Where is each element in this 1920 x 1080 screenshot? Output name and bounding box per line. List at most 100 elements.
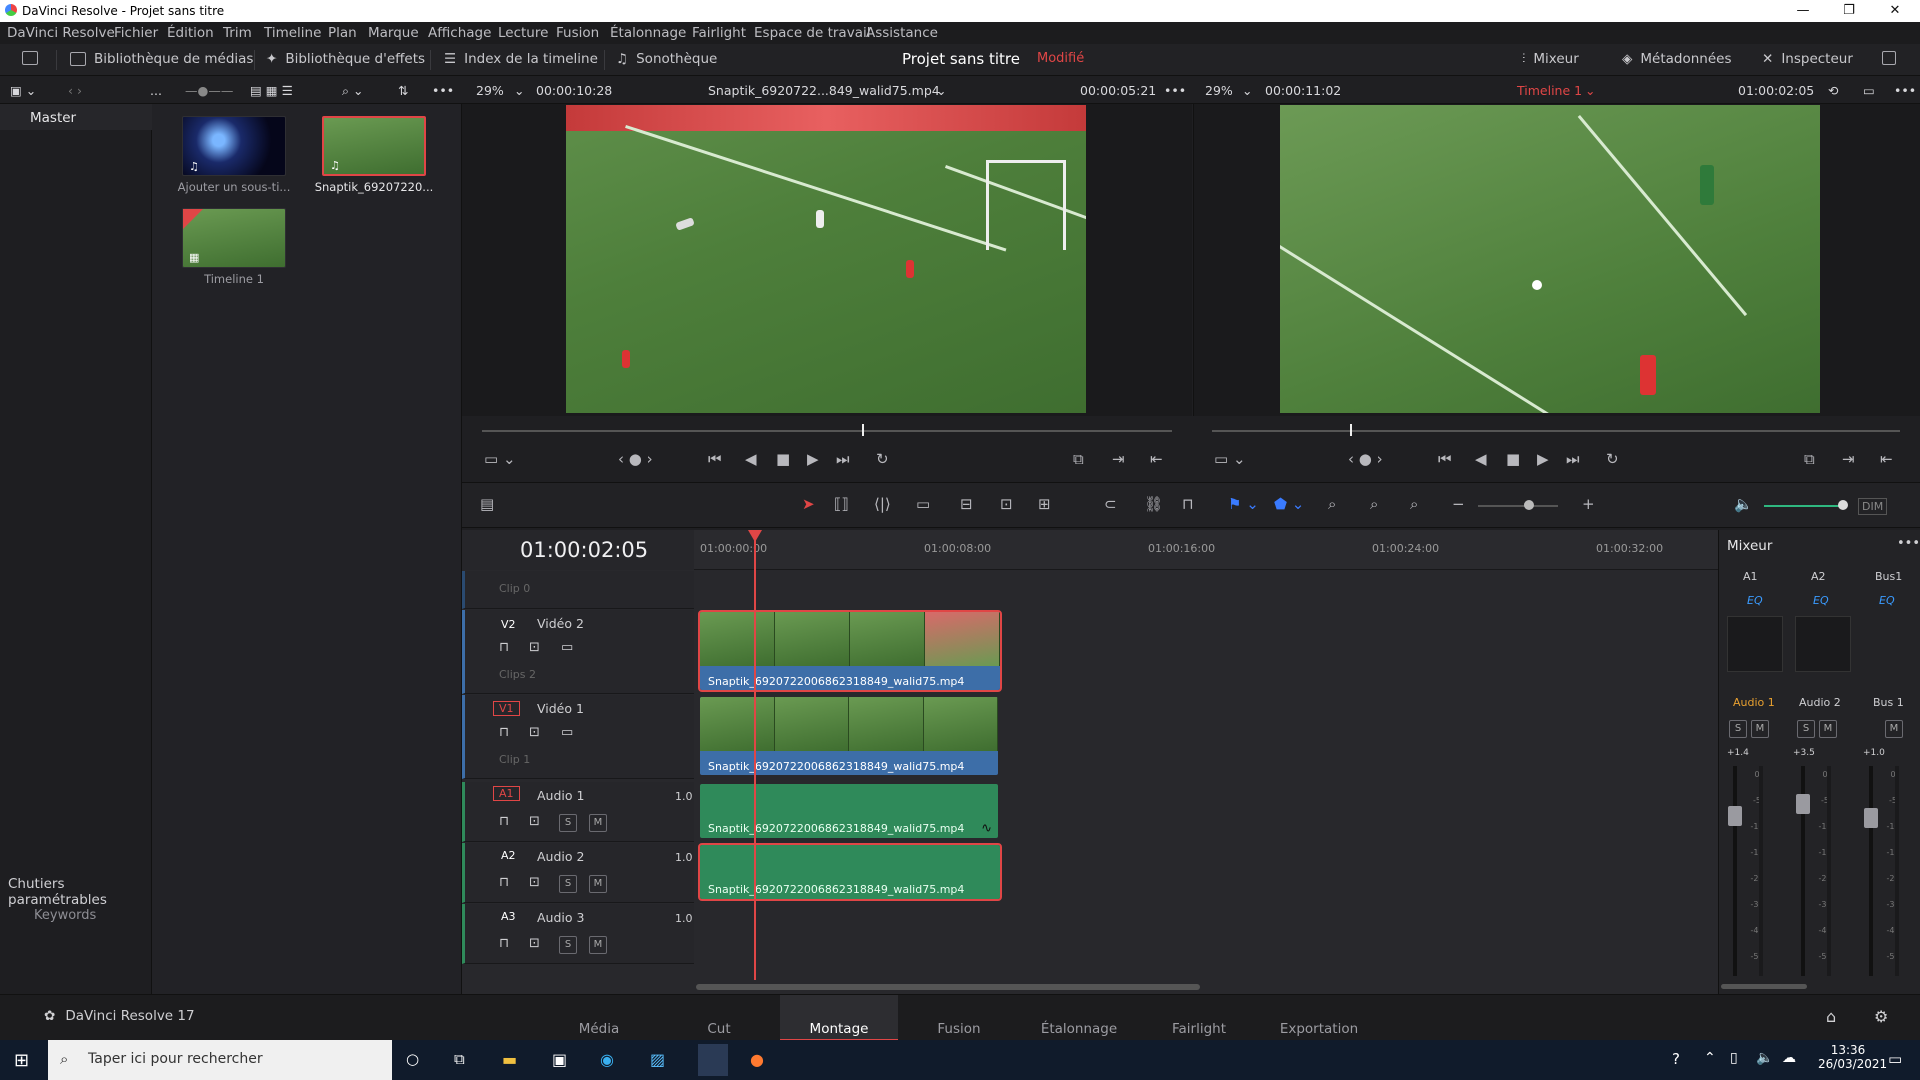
search-icon[interactable]: ⌕ ⌄ (342, 83, 363, 99)
view-modes-icon[interactable]: ▤ ▦ ☰ (250, 83, 293, 98)
menu-workspace[interactable]: Espace de travail (754, 25, 870, 41)
timeline-chevron-icon[interactable]: ⌄ (1585, 83, 1595, 98)
mark-in-icon[interactable]: ⇥ (1112, 450, 1125, 468)
track-name[interactable]: Audio 1 (537, 788, 584, 803)
play-reverse-icon[interactable]: ◀ (745, 450, 757, 468)
mixer-options-icon[interactable]: ••• (1897, 536, 1920, 551)
photos-icon[interactable]: ▨ (650, 1050, 665, 1069)
program-zoom-chevron-icon[interactable]: ⌄ (1242, 83, 1252, 98)
mixer-solo-button[interactable]: S (1729, 720, 1747, 738)
metadata-button[interactable]: ◈ Métadonnées (1622, 51, 1732, 67)
mixer-button[interactable]: ⫶ Mixeur (1522, 51, 1579, 67)
source-options-icon[interactable]: ••• (1164, 83, 1186, 98)
more-icon[interactable]: ... (150, 83, 162, 98)
volume-knob[interactable] (1838, 500, 1848, 510)
help-icon[interactable]: ? (1672, 1050, 1680, 1068)
auto-select-icon[interactable]: ⊡ (529, 640, 540, 655)
track-id[interactable]: V2 (501, 618, 516, 631)
pan-control-a1[interactable] (1727, 616, 1783, 672)
fader-track-a1[interactable] (1733, 766, 1737, 976)
track-lock-icon[interactable]: ⊓ (499, 725, 509, 740)
track-lock-icon[interactable]: ⊓ (499, 640, 509, 655)
program-mark-in-icon[interactable]: ⇥ (1842, 450, 1855, 468)
menu-marque[interactable]: Marque (368, 25, 419, 41)
auto-select-icon[interactable]: ⊡ (529, 875, 540, 890)
edge-icon[interactable]: ◉ (600, 1050, 614, 1069)
volume-icon[interactable]: 🔈 (1734, 495, 1753, 513)
page-media[interactable]: Média (540, 995, 658, 1041)
home-icon[interactable]: ⌂ (1826, 1007, 1836, 1026)
program-options-icon[interactable]: ••• (1894, 83, 1916, 98)
track-name[interactable]: Audio 3 (537, 910, 584, 925)
zoom-full-icon[interactable]: ⌕ (1328, 495, 1336, 513)
mark-out-icon[interactable]: ⇤ (1150, 450, 1163, 468)
auto-select-icon[interactable]: ⊡ (529, 936, 540, 951)
lock-icon[interactable]: ⊓ (1182, 495, 1194, 513)
track-enable-icon[interactable]: ▭ (561, 725, 573, 740)
page-deliver[interactable]: Exportation (1260, 995, 1378, 1041)
track-id[interactable]: A3 (501, 910, 516, 923)
dim-button[interactable]: DIM (1858, 498, 1888, 515)
zoom-detail-icon[interactable]: ⌕ (1370, 495, 1378, 513)
cloud-icon[interactable]: ☁ (1782, 1050, 1796, 1066)
page-edit[interactable]: Montage (780, 995, 898, 1041)
zoom-chevron-icon[interactable]: ⌄ (514, 83, 524, 98)
track-enable-icon[interactable]: ▭ (561, 640, 573, 655)
expand-icon[interactable] (1882, 51, 1896, 65)
track-lock-icon[interactable]: ⊓ (499, 936, 509, 951)
program-play-icon[interactable]: ▶ (1537, 450, 1549, 468)
timeline-ruler[interactable]: 01:00:00:00 01:00:08:00 01:00:16:00 01:0… (694, 530, 1718, 570)
link-icon[interactable]: ⛓ (1144, 495, 1163, 513)
panel-toggle-icon[interactable]: ▣ ⌄ (10, 83, 36, 98)
media-item-timeline[interactable]: ▦ (182, 208, 286, 268)
viewer-mode-icon[interactable]: ▭ (1863, 83, 1875, 98)
source-scrubber[interactable] (482, 430, 1172, 432)
edit-index-button[interactable]: ☰ Index de la timeline (444, 51, 598, 67)
fader-knob-a1[interactable] (1728, 806, 1742, 826)
playhead-marker-icon[interactable] (748, 530, 762, 542)
page-fairlight[interactable]: Fairlight (1140, 995, 1258, 1041)
firefox-icon[interactable]: ● (750, 1050, 764, 1069)
media-pool-button[interactable]: Bibliothèque de médias (70, 51, 253, 67)
flag-icon[interactable]: ⚑ ⌄ (1228, 495, 1259, 513)
track-lock-icon[interactable]: ⊓ (499, 814, 509, 829)
fader-track-bus1[interactable] (1869, 766, 1873, 976)
settings-gear-icon[interactable]: ⚙ (1874, 1007, 1888, 1026)
track-name[interactable]: Vidéo 1 (537, 701, 584, 716)
go-start-icon[interactable]: ⏮ (708, 450, 722, 468)
media-item-title[interactable]: ♫ (182, 116, 286, 176)
clip-chevron-icon[interactable]: ⌄ (936, 83, 946, 98)
selection-tool-icon[interactable]: ➤ (802, 495, 815, 513)
task-view-icon[interactable]: ⧉ (454, 1050, 465, 1068)
track-id[interactable]: V1 (493, 701, 520, 716)
solo-button[interactable]: S (559, 936, 577, 954)
program-match-icon[interactable]: ⧉ (1804, 450, 1815, 468)
program-scrubber[interactable] (1212, 430, 1900, 432)
page-fusion[interactable]: Fusion (900, 995, 1018, 1041)
file-explorer-icon[interactable]: ▬ (502, 1050, 517, 1069)
marker-icon[interactable]: ⬟ ⌄ (1274, 495, 1304, 513)
program-jog-control[interactable]: ‹ ● › (1348, 450, 1383, 468)
source-playhead[interactable] (861, 424, 864, 436)
replace-clip-icon[interactable]: ⊞ (1038, 495, 1051, 513)
stop-icon[interactable]: ■ (776, 450, 790, 468)
source-viewer[interactable] (462, 104, 1192, 416)
mute-button[interactable]: M (589, 814, 607, 832)
program-go-start-icon[interactable]: ⏮ (1438, 450, 1452, 468)
media-item-snaptik[interactable]: ♫ (322, 116, 426, 176)
fader-knob-bus1[interactable] (1864, 808, 1878, 828)
timeline-scrollbar[interactable] (696, 984, 1200, 990)
smart-bins-header[interactable]: Chutiers paramétrables (8, 876, 151, 908)
go-end-icon[interactable]: ⏭ (836, 450, 850, 468)
store-icon[interactable]: ▣ (552, 1050, 567, 1069)
pan-control-a2[interactable] (1795, 616, 1851, 672)
zoom-slider-knob[interactable] (1524, 500, 1534, 510)
eq-button[interactable]: EQ (1747, 594, 1763, 607)
sync-icon[interactable]: ⟲ (1828, 83, 1838, 98)
program-play-reverse-icon[interactable]: ◀ (1475, 450, 1487, 468)
mixer-mute-button[interactable]: M (1885, 720, 1903, 738)
menu-trim[interactable]: Trim (223, 25, 252, 41)
close-button[interactable]: ✕ (1872, 0, 1918, 22)
program-mark-out-icon[interactable]: ⇤ (1880, 450, 1893, 468)
overwrite-clip-icon[interactable]: ⊡ (1000, 495, 1013, 513)
